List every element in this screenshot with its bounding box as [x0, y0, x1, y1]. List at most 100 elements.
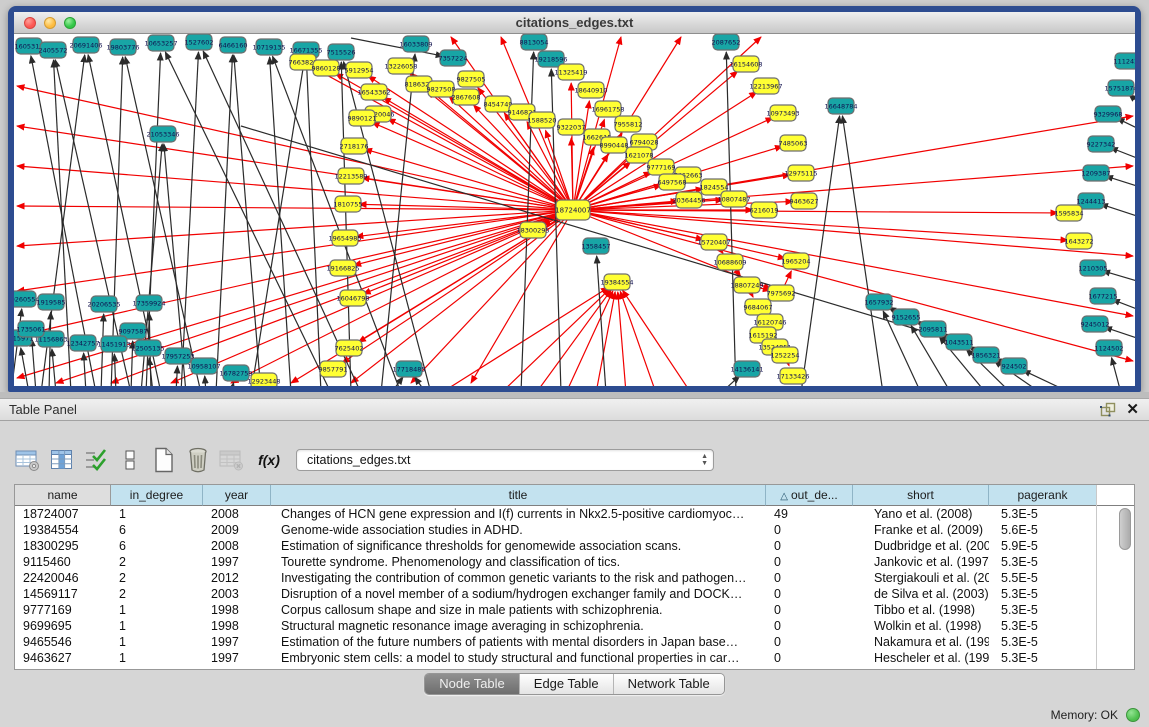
network-node[interactable]: 11451913 — [97, 336, 130, 352]
network-node[interactable]: 7357224 — [439, 50, 468, 66]
network-node[interactable]: 15720407 — [697, 234, 730, 250]
network-node[interactable]: 16961758 — [591, 101, 624, 117]
network-node[interactable]: 6466160 — [219, 37, 248, 53]
table-row[interactable]: 946554611997Estimation of the future num… — [15, 634, 1134, 650]
table-row[interactable]: 969969511998Structural magnetic resonanc… — [15, 618, 1134, 634]
show-columns-icon[interactable] — [48, 446, 76, 474]
network-node[interactable]: 16046798 — [336, 290, 369, 306]
network-node[interactable]: 1810755 — [334, 196, 363, 212]
network-node[interactable]: 19166825 — [326, 260, 359, 276]
network-node[interactable]: 9152655 — [892, 309, 921, 325]
network-node[interactable]: 20206535 — [87, 296, 120, 312]
network-node[interactable]: 1657932 — [865, 294, 894, 310]
network-node[interactable]: 1735061 — [17, 321, 46, 337]
network-node[interactable]: 20691406 — [69, 37, 102, 53]
network-node[interactable]: 1252254 — [771, 347, 800, 363]
network-node[interactable]: 1588520 — [528, 112, 557, 128]
column-header-in_degree[interactable]: in_degree — [111, 485, 203, 506]
table-scrollbar[interactable] — [1118, 507, 1133, 668]
float-panel-icon[interactable] — [1100, 402, 1116, 417]
network-node[interactable]: 9329968 — [1094, 106, 1123, 122]
network-node[interactable]: 2405572 — [39, 42, 68, 58]
network-node[interactable]: 9684067 — [744, 299, 773, 315]
network-node[interactable]: 2867608 — [452, 89, 481, 105]
network-node[interactable]: 7485063 — [779, 135, 808, 151]
network-node[interactable]: 9827505 — [457, 71, 486, 87]
column-header-year[interactable]: year — [203, 485, 271, 506]
select-visible-icon[interactable] — [82, 446, 110, 474]
network-node[interactable]: 7955812 — [614, 116, 643, 132]
network-node[interactable]: 12505135 — [131, 340, 164, 356]
network-graph[interactable]: 1605312240557220691406198037761065325715… — [14, 34, 1135, 386]
network-node[interactable]: 13226058 — [384, 58, 417, 74]
network-node[interactable]: 7515526 — [327, 44, 356, 60]
network-node[interactable]: 16033809 — [399, 36, 432, 52]
network-node[interactable]: 9860128 — [312, 60, 341, 76]
network-node[interactable]: 12213967 — [749, 78, 782, 94]
column-header-pagerank[interactable]: pagerank — [989, 485, 1097, 506]
network-node[interactable]: 17718485 — [392, 361, 425, 377]
network-node[interactable]: 1677215 — [1089, 288, 1118, 304]
close-window-icon[interactable] — [24, 17, 36, 29]
network-node[interactable]: 10688609 — [713, 254, 746, 270]
network-node[interactable]: 7625402 — [335, 340, 364, 356]
close-panel-icon[interactable]: ✕ — [1126, 402, 1139, 417]
network-node[interactable]: 10719135 — [252, 39, 285, 55]
network-node[interactable]: 17133426 — [776, 368, 809, 384]
network-node[interactable]: 1965204 — [782, 253, 811, 269]
row-height-icon[interactable] — [116, 446, 144, 474]
network-node[interactable]: 14136141 — [730, 361, 763, 377]
network-node[interactable]: 1209387 — [1082, 165, 1111, 181]
network-node[interactable]: 5912954 — [345, 62, 374, 78]
network-node[interactable]: 1595834 — [1055, 205, 1084, 221]
network-node[interactable]: 8813054 — [520, 34, 549, 50]
network-node[interactable]: 2718176 — [340, 138, 369, 154]
table-row[interactable]: 1938455462009Genome-wide association stu… — [15, 522, 1134, 538]
network-node[interactable]: 18640910 — [574, 82, 607, 98]
network-node[interactable]: 19803776 — [106, 39, 139, 55]
column-header-title[interactable]: title — [271, 485, 766, 506]
network-node[interactable]: 21053346 — [146, 126, 179, 142]
table-row[interactable]: 911546021997Tourette syndrome. Phenomeno… — [15, 554, 1134, 570]
network-node[interactable]: 9890121 — [348, 110, 377, 126]
function-builder-button[interactable]: f(x) — [252, 446, 286, 474]
network-node[interactable]: 18724007 — [555, 200, 591, 220]
network-canvas[interactable]: 1605312240557220691406198037761065325715… — [14, 34, 1135, 386]
network-node[interactable]: 2095811 — [919, 321, 948, 337]
tab-edge-table[interactable]: Edge Table — [520, 674, 614, 694]
network-node[interactable]: 1124502 — [1095, 340, 1124, 356]
table-row[interactable]: 1830029562008Estimation of significance … — [15, 538, 1134, 554]
network-node[interactable]: 15751874 — [1104, 80, 1135, 96]
column-header-name[interactable]: name — [15, 485, 111, 506]
table-selector-dropdown[interactable]: citations_edges.txt ▲▼ — [296, 449, 714, 471]
network-node[interactable]: 1112421 — [1114, 53, 1135, 69]
delete-table-icon[interactable] — [218, 446, 246, 474]
delete-column-icon[interactable] — [184, 446, 212, 474]
network-node[interactable]: 12923448 — [247, 373, 280, 386]
minimize-window-icon[interactable] — [44, 17, 56, 29]
table-row[interactable]: 1872400712008Changes of HCN gene express… — [15, 506, 1134, 522]
table-row[interactable]: 1456911722003Disruption of a novel membe… — [15, 586, 1134, 602]
network-node[interactable]: 924502 — [1001, 358, 1027, 374]
network-node[interactable]: 12342757 — [66, 335, 99, 351]
network-node[interactable]: 9777169 — [647, 159, 676, 175]
network-node[interactable]: 10973493 — [766, 105, 799, 121]
zoom-window-icon[interactable] — [64, 17, 76, 29]
table-row[interactable]: 977716911998Corpus callosum shape and si… — [15, 602, 1134, 618]
network-node[interactable]: 18300295 — [516, 222, 549, 238]
network-node[interactable]: 19384554 — [600, 274, 633, 290]
network-node[interactable]: 1919585 — [37, 294, 66, 310]
tab-node-table[interactable]: Node Table — [425, 674, 520, 694]
network-node[interactable]: 18807249 — [730, 277, 763, 293]
network-node[interactable]: 16648784 — [824, 98, 857, 114]
network-node[interactable]: 11325419 — [554, 64, 587, 80]
table-row[interactable]: 946362711997Embryonic stem cells: a mode… — [15, 650, 1134, 666]
scrollbar-thumb[interactable] — [1119, 508, 1131, 550]
tab-network-table[interactable]: Network Table — [614, 674, 724, 694]
network-node[interactable]: 12213589 — [334, 168, 367, 184]
network-node[interactable]: 16543362 — [357, 84, 390, 100]
network-node[interactable]: 2087652 — [712, 34, 741, 50]
memory-status-indicator[interactable] — [1126, 708, 1140, 722]
network-node[interactable]: 9463627 — [790, 193, 819, 209]
network-node[interactable]: 10958107 — [187, 358, 220, 374]
